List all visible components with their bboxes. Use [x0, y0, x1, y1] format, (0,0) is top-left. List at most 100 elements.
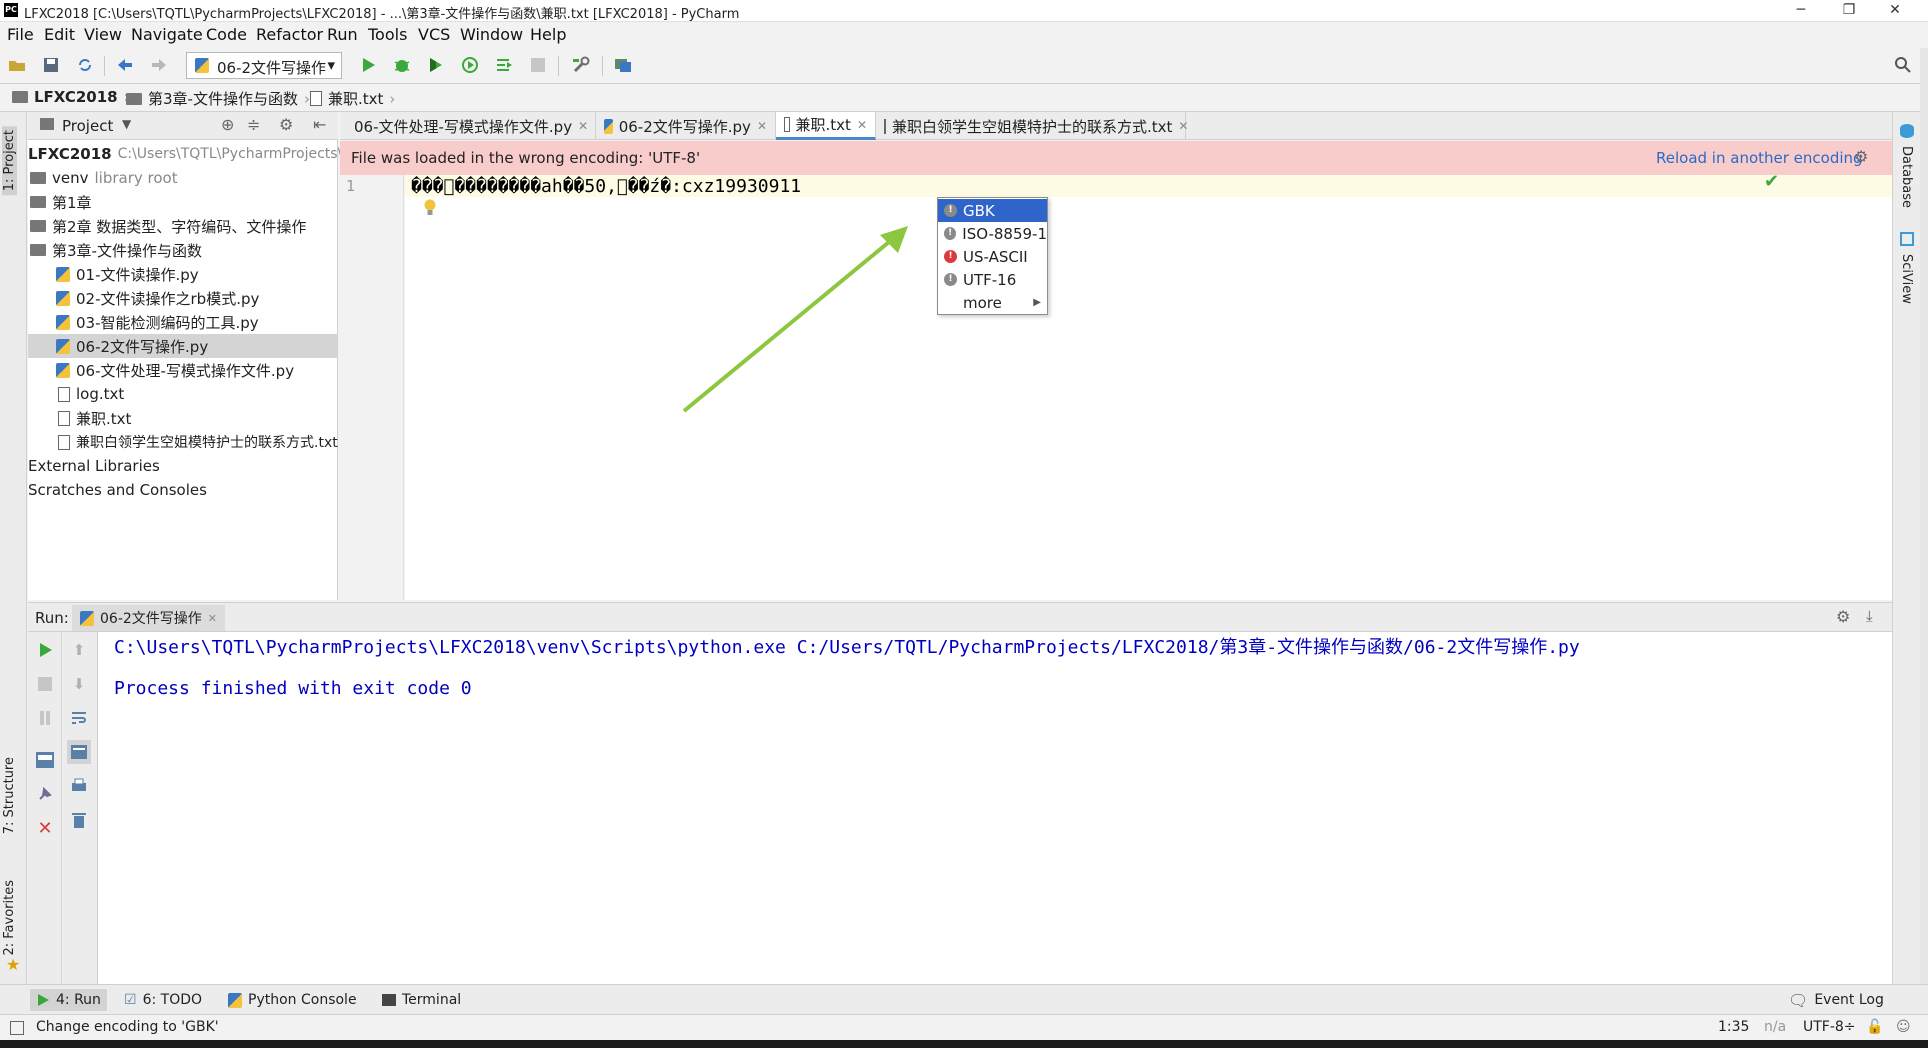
run-tab[interactable]: 06-2文件写操作 ✕: [72, 605, 225, 631]
menu-vcs[interactable]: VCS: [418, 25, 450, 44]
run-icon[interactable]: [357, 54, 379, 76]
encoding-option-gbk[interactable]: ! GBK: [938, 199, 1047, 222]
close-icon[interactable]: ✕: [578, 119, 588, 133]
project-structure-icon[interactable]: [612, 54, 634, 76]
breadcrumb-folder[interactable]: 第3章-文件操作与函数 ›: [126, 88, 310, 109]
scroll-to-end-icon[interactable]: [67, 740, 91, 764]
close-icon[interactable]: ✕: [35, 818, 55, 839]
settings-wrench-icon[interactable]: [570, 54, 592, 76]
menu-tools[interactable]: Tools: [368, 25, 407, 44]
database-tool-tab[interactable]: Database: [1899, 146, 1914, 208]
status-toggle-icon[interactable]: [10, 1021, 24, 1035]
run-configuration-select[interactable]: 06-2文件写操作 ▾: [186, 52, 342, 79]
pause-icon[interactable]: [35, 708, 55, 728]
menu-view[interactable]: View: [84, 25, 122, 44]
breadcrumb-file[interactable]: 兼职.txt ›: [310, 88, 395, 109]
gear-icon[interactable]: ⚙: [1836, 607, 1850, 626]
restore-button[interactable]: ❐: [1826, 0, 1872, 22]
sync-icon[interactable]: [74, 54, 96, 76]
editor-tab[interactable]: 06-文件处理-写模式操作文件.py ✕: [340, 112, 596, 140]
tree-file-item-selected[interactable]: 06-2文件写操作.py: [28, 334, 338, 358]
reload-encoding-link[interactable]: Reload in another encoding: [1656, 149, 1863, 167]
arrow-up-icon[interactable]: ⬆: [69, 640, 89, 660]
close-icon[interactable]: ✕: [757, 119, 767, 133]
tree-item-scratches[interactable]: Scratches and Consoles: [28, 478, 207, 502]
menu-edit[interactable]: Edit: [44, 25, 75, 44]
menu-window[interactable]: Window: [460, 25, 523, 44]
close-icon[interactable]: ✕: [857, 118, 867, 132]
cursor-position[interactable]: 1:35: [1718, 1019, 1749, 1035]
collapse-all-icon[interactable]: ≑: [247, 115, 260, 134]
gear-icon[interactable]: ⚙: [279, 115, 293, 134]
close-icon[interactable]: ✕: [1178, 119, 1188, 133]
editor-tab-active[interactable]: 兼职.txt ✕: [776, 112, 876, 140]
inspector-icon[interactable]: ☺: [1896, 1019, 1911, 1035]
save-icon[interactable]: [40, 54, 62, 76]
menu-run[interactable]: Run: [327, 25, 358, 44]
profile-icon[interactable]: [459, 54, 481, 76]
arrow-down-icon[interactable]: ⬇: [69, 674, 89, 694]
lock-icon[interactable]: 🔓: [1866, 1019, 1883, 1035]
file-encoding-status[interactable]: UTF-8÷: [1803, 1019, 1856, 1035]
restore-layout-icon[interactable]: [35, 750, 55, 770]
hide-panel-icon[interactable]: ⤓: [1866, 607, 1873, 625]
encoding-option-ascii[interactable]: ! US-ASCII: [938, 245, 1047, 268]
tree-file-item[interactable]: 兼职.txt: [58, 406, 131, 430]
encoding-option-iso[interactable]: ! ISO-8859-1: [938, 222, 1047, 245]
tree-item-venv[interactable]: venv library root: [30, 166, 178, 190]
project-view-select[interactable]: Project: [62, 117, 113, 135]
trash-icon[interactable]: [69, 810, 89, 830]
menu-code[interactable]: Code: [206, 25, 247, 44]
code-editor[interactable]: ��� ��������ah��50, ��ź�:cxz19930911 ✔: [405, 171, 1892, 600]
rerun-icon[interactable]: [35, 640, 55, 660]
editor-tab[interactable]: 兼职白领学生空姐模特护士的联系方式.txt ✕: [876, 112, 1188, 140]
gear-icon[interactable]: ⚙: [1854, 147, 1868, 166]
window-scrollbar[interactable]: [1920, 48, 1928, 1048]
close-icon[interactable]: ✕: [208, 612, 217, 625]
forward-arrow-icon[interactable]: [148, 54, 170, 76]
menu-navigate[interactable]: Navigate: [131, 25, 203, 44]
favorites-tool-tab[interactable]: 2: Favorites: [2, 880, 17, 956]
minimize-button[interactable]: ─: [1778, 0, 1824, 22]
stop-icon[interactable]: [527, 54, 549, 76]
lightbulb-icon[interactable]: [423, 199, 437, 217]
tree-file-item[interactable]: 兼职白领学生空姐模特护士的联系方式.txt: [58, 430, 338, 454]
tree-file-item[interactable]: 06-文件处理-写模式操作文件.py: [56, 358, 294, 382]
run-tool-button[interactable]: 4: Run: [30, 989, 107, 1011]
structure-tool-tab[interactable]: 7: Structure: [2, 757, 17, 834]
coverage-icon[interactable]: [425, 54, 447, 76]
locate-icon[interactable]: ⊕: [221, 115, 234, 134]
tree-file-item[interactable]: 01-文件读操作.py: [56, 262, 199, 286]
hide-panel-icon[interactable]: ⇤: [313, 115, 326, 134]
tree-item-external-libraries[interactable]: External Libraries: [28, 454, 160, 478]
todo-tool-button[interactable]: ☑ 6: TODO: [118, 989, 208, 1011]
tree-item-ch1[interactable]: 第1章: [30, 190, 92, 214]
pin-icon[interactable]: [35, 784, 55, 804]
menu-help[interactable]: Help: [530, 25, 566, 44]
menu-file[interactable]: File: [7, 25, 34, 44]
event-log-button[interactable]: 🗨 Event Log: [1782, 989, 1890, 1011]
tree-file-item[interactable]: 03-智能检测编码的工具.py: [56, 310, 259, 334]
tree-file-item[interactable]: log.txt: [58, 382, 124, 406]
tree-file-item[interactable]: 02-文件读操作之rb模式.py: [56, 286, 259, 310]
chevron-down-icon[interactable]: ▼: [122, 117, 131, 131]
debug-icon[interactable]: [391, 54, 413, 76]
code-line[interactable]: ��� ��������ah��50, ��ź�:cxz19930911: [411, 176, 801, 197]
terminal-button[interactable]: Terminal: [376, 989, 467, 1011]
encoding-option-utf16[interactable]: ! UTF-16: [938, 268, 1047, 291]
encoding-option-more[interactable]: more ▶: [938, 291, 1047, 314]
run-console-output[interactable]: C:\Users\TQTL\PycharmProjects\LFXC2018\v…: [98, 632, 1892, 984]
sciview-tool-tab[interactable]: SciView: [1899, 254, 1914, 304]
close-button[interactable]: ✕: [1872, 0, 1918, 22]
back-arrow-icon[interactable]: [114, 54, 136, 76]
tree-item-ch3[interactable]: 第3章-文件操作与函数: [30, 238, 202, 262]
project-tool-tab[interactable]: 1: Project: [2, 126, 17, 196]
print-icon[interactable]: [69, 776, 89, 796]
breadcrumb-project[interactable]: LFXC2018 ›: [12, 88, 130, 106]
editor-tab[interactable]: 06-2文件写操作.py ✕: [596, 112, 776, 140]
menu-refactor[interactable]: Refactor: [256, 25, 323, 44]
open-folder-icon[interactable]: [6, 54, 28, 76]
python-console-button[interactable]: Python Console: [222, 989, 363, 1011]
concurrency-icon[interactable]: [493, 54, 515, 76]
stop-icon[interactable]: [35, 674, 55, 694]
